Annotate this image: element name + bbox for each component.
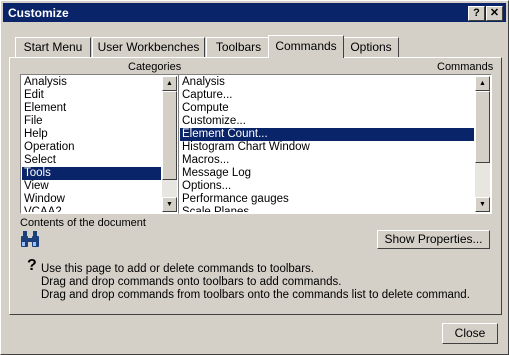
scroll-up-icon[interactable]: ▲ xyxy=(475,76,490,91)
close-button[interactable]: Close xyxy=(442,323,498,344)
category-item[interactable]: File xyxy=(22,115,161,128)
command-item[interactable]: Scale Planes xyxy=(180,206,474,212)
command-item[interactable]: Analysis xyxy=(180,76,474,89)
command-item[interactable]: Compute xyxy=(180,102,474,115)
question-icon: ? xyxy=(27,257,37,274)
tab-commands[interactable]: Commands xyxy=(268,35,344,58)
command-item[interactable]: Performance gauges xyxy=(180,193,474,206)
scroll-thumb[interactable] xyxy=(475,91,490,163)
tab-start-menu[interactable]: Start Menu xyxy=(15,37,91,57)
help-title-button[interactable]: ? xyxy=(468,6,485,21)
command-item[interactable]: Capture... xyxy=(180,89,474,102)
command-item[interactable]: Element Count... xyxy=(180,128,474,141)
help-text: Use this page to add or delete commands … xyxy=(41,263,470,302)
scroll-thumb[interactable] xyxy=(162,91,177,180)
help-line-3: Drag and drop commands from toolbars ont… xyxy=(41,289,470,301)
command-item[interactable]: Customize... xyxy=(180,115,474,128)
category-item[interactable]: Analysis xyxy=(22,76,161,89)
scroll-up-icon[interactable]: ▲ xyxy=(162,76,177,91)
scroll-down-icon[interactable]: ▼ xyxy=(162,197,177,212)
tab-options[interactable]: Options xyxy=(343,37,399,57)
command-item[interactable]: Message Log xyxy=(180,167,474,180)
category-item[interactable]: Help xyxy=(22,128,161,141)
category-item[interactable]: Window xyxy=(22,193,161,206)
command-item[interactable]: Histogram Chart Window xyxy=(180,141,474,154)
category-item[interactable]: VCAA2 xyxy=(22,206,161,212)
help-line-2: Drag and drop commands onto toolbars to … xyxy=(41,276,342,288)
categories-list[interactable]: Analysis Edit Element File Help Operation Sele… xyxy=(20,74,179,214)
categories-items: Analysis Edit Element File Help Operation Sele… xyxy=(22,76,161,212)
show-properties-button[interactable]: Show Properties... xyxy=(377,230,490,249)
category-item[interactable]: Tools xyxy=(22,167,161,180)
category-item[interactable]: View xyxy=(22,180,161,193)
command-item[interactable]: Macros... xyxy=(180,154,474,167)
customize-dialog: Customize ? ✕ Start Menu User Workbenche… xyxy=(0,0,509,355)
close-title-button[interactable]: ✕ xyxy=(486,6,503,21)
category-item[interactable]: Element xyxy=(22,102,161,115)
category-item[interactable]: Edit xyxy=(22,89,161,102)
tab-toolbars[interactable]: Toolbars xyxy=(206,37,271,57)
commands-items: Analysis Capture... Compute Customize... Ele… xyxy=(180,76,474,212)
command-item[interactable]: Options... xyxy=(180,180,474,193)
commands-scrollbar[interactable]: ▲ ▼ xyxy=(475,76,490,212)
binoculars-icon[interactable] xyxy=(20,230,40,251)
scroll-down-icon[interactable]: ▼ xyxy=(475,197,490,212)
commands-header: Commands xyxy=(437,61,494,73)
help-line-1: Use this page to add or delete commands … xyxy=(41,263,314,275)
category-item[interactable]: Operation xyxy=(22,141,161,154)
title-bar[interactable]: Customize ? ✕ xyxy=(3,3,506,22)
category-item[interactable]: Select xyxy=(22,154,161,167)
tab-user-workbenches[interactable]: User Workbenches xyxy=(92,37,205,57)
commands-list[interactable]: Analysis Capture... Compute Customize... Ele… xyxy=(178,74,492,214)
window-title: Customize xyxy=(8,6,69,20)
categories-header: Categories xyxy=(128,61,182,73)
contents-label: Contents of the document xyxy=(20,217,146,229)
categories-scrollbar[interactable]: ▲ ▼ xyxy=(162,76,177,212)
